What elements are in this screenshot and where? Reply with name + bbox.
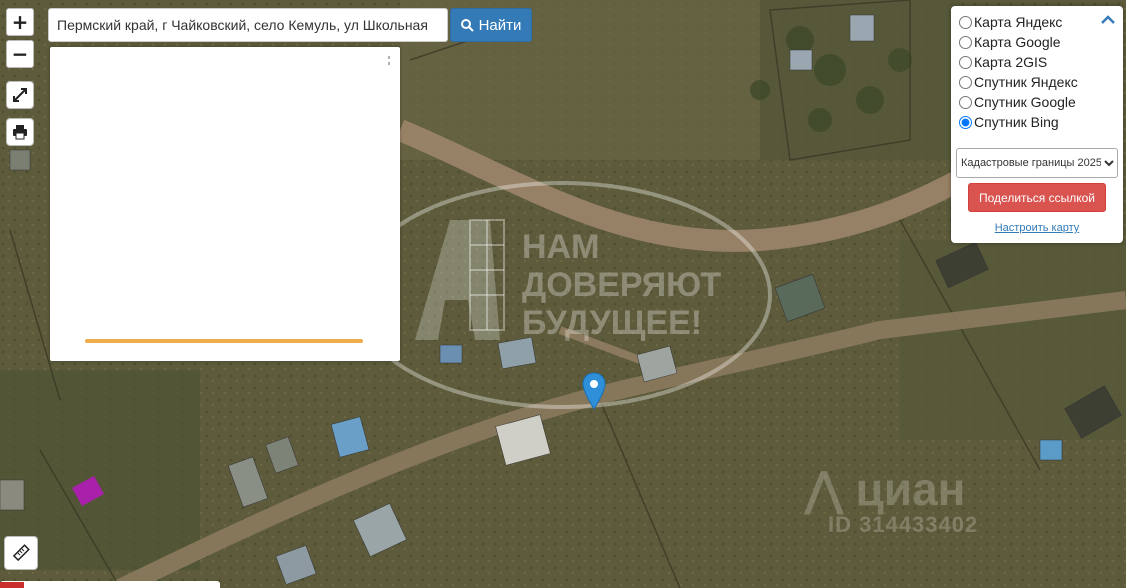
fullscreen-button[interactable] xyxy=(6,81,34,109)
print-button[interactable] xyxy=(6,118,34,146)
expand-icon xyxy=(13,88,27,102)
search-button[interactable]: Найти xyxy=(450,8,532,42)
map-pin-icon xyxy=(582,372,606,410)
cian-logo-watermark: ⋀ циан xyxy=(805,462,965,516)
cadastral-layer-select[interactable]: Кадастровые границы 2025 xyxy=(956,148,1118,178)
zoom-out-button[interactable]: − xyxy=(6,40,34,68)
search-icon xyxy=(460,18,474,32)
slogan-line-2: ДОВЕРЯЮТ xyxy=(522,266,722,304)
layer-radio[interactable] xyxy=(959,15,972,29)
layer-option-label: Карта 2GIS xyxy=(974,54,1048,70)
slogan-watermark: НАМ ДОВЕРЯЮТ БУДУЩЕЕ! xyxy=(522,228,721,342)
measure-button[interactable] xyxy=(4,536,38,570)
bottom-panel-edge xyxy=(0,581,220,588)
layer-option-label: Карта Google xyxy=(974,34,1061,50)
loading-progress-bar xyxy=(85,339,363,343)
layer-option[interactable]: Спутник Google xyxy=(959,92,1076,112)
layer-radio[interactable] xyxy=(959,75,972,89)
slogan-line-1: НАМ xyxy=(522,228,600,266)
layer-radio[interactable] xyxy=(959,115,972,129)
layer-option-label: Спутник Яндекс xyxy=(974,74,1078,90)
search-button-label: Найти xyxy=(478,16,522,34)
printer-icon xyxy=(13,125,27,140)
object-info-panel[interactable] xyxy=(50,47,400,361)
layer-option[interactable]: Карта 2GIS xyxy=(959,52,1047,72)
bottom-panel-accent xyxy=(0,582,24,588)
layer-option[interactable]: Карта Яндекс xyxy=(959,12,1062,32)
layer-option-label: Карта Яндекс xyxy=(974,14,1063,30)
layer-radio[interactable] xyxy=(959,95,972,109)
configure-map-link[interactable]: Настроить карту xyxy=(951,222,1123,234)
ruler-icon xyxy=(12,544,30,562)
cian-id-watermark: ID 314433402 xyxy=(828,512,979,537)
layer-radio[interactable] xyxy=(959,35,972,49)
loading-progress-fill xyxy=(85,339,363,343)
location-marker[interactable] xyxy=(582,372,606,415)
zoom-in-button[interactable]: + xyxy=(6,8,34,36)
layer-option[interactable]: Карта Google xyxy=(959,32,1061,52)
layer-option-label: Спутник Bing xyxy=(974,114,1059,130)
layer-option-label: Спутник Google xyxy=(974,94,1076,110)
slogan-line-3: БУДУЩЕЕ! xyxy=(522,304,703,342)
cian-logo-text: циан xyxy=(855,463,966,515)
layer-switcher-panel: Карта Яндекс Карта Google Карта 2GIS Спутни… xyxy=(951,6,1123,243)
layer-option[interactable]: Спутник Bing xyxy=(959,112,1059,132)
scroll-indicator-icon xyxy=(388,56,390,65)
address-search-input[interactable] xyxy=(48,8,448,42)
layer-option[interactable]: Спутник Яндекс xyxy=(959,72,1078,92)
share-link-button[interactable]: Поделиться ссылкой xyxy=(968,183,1106,212)
layer-radio[interactable] xyxy=(959,55,972,69)
cian-logo-icon: ⋀ xyxy=(805,463,843,515)
chevron-up-icon[interactable] xyxy=(1101,15,1115,25)
